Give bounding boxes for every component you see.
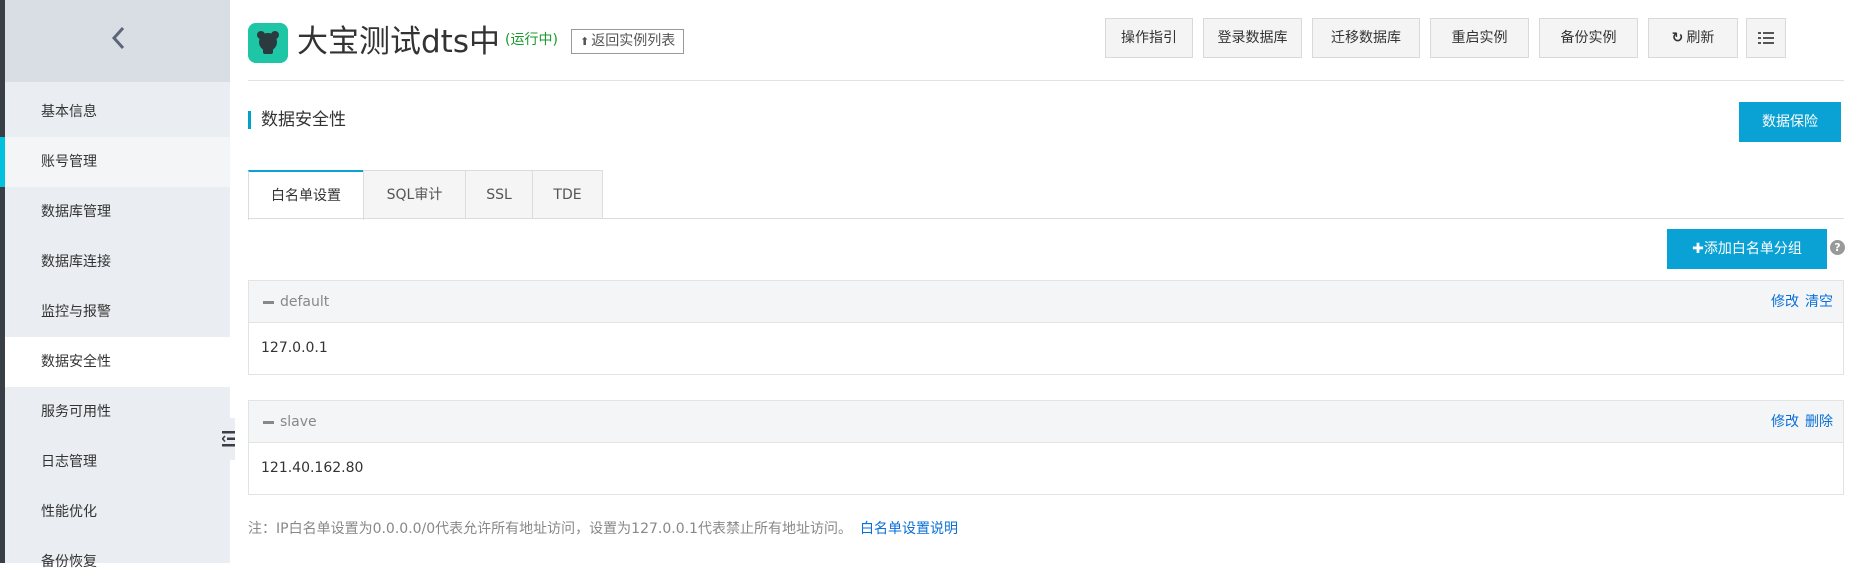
sidebar-item-basic-info[interactable]: 基本信息 bbox=[5, 87, 230, 137]
sidebar-item-account[interactable]: 账号管理 bbox=[0, 137, 230, 187]
instance-logo-icon bbox=[248, 23, 288, 63]
section-marker bbox=[248, 111, 251, 129]
header-divider bbox=[248, 80, 1844, 81]
page-title: 大宝测试dts中 bbox=[297, 24, 500, 60]
sidebar-item-logs[interactable]: 日志管理 bbox=[5, 437, 230, 487]
sidebar-item-connection[interactable]: 数据库连接 bbox=[5, 237, 230, 287]
section-title: 数据安全性 bbox=[261, 110, 346, 130]
list-view-button[interactable] bbox=[1746, 18, 1786, 58]
plus-icon: ✚ bbox=[1692, 241, 1704, 257]
tab-sql-audit[interactable]: SQL审计 bbox=[363, 170, 466, 219]
whitelist-note: 注：IP白名单设置为0.0.0.0/0代表允许所有地址访问，设置为127.0.0… bbox=[248, 519, 958, 539]
back-to-list-button[interactable]: ⬆ 返回实例列表 bbox=[571, 29, 685, 54]
refresh-icon: ↻ bbox=[1671, 30, 1684, 46]
status-badge: (运行中) bbox=[505, 32, 558, 48]
tab-tde[interactable]: TDE bbox=[532, 170, 603, 219]
collapse-icon[interactable] bbox=[263, 301, 274, 304]
whitelist-group-header: slave 修改 删除 bbox=[249, 401, 1843, 443]
chevron-left-icon[interactable] bbox=[108, 24, 130, 52]
whitelist-group-name: default bbox=[280, 294, 330, 310]
migrate-db-button[interactable]: 迁移数据库 bbox=[1312, 18, 1420, 58]
sidebar-header bbox=[5, 0, 230, 82]
sidebar-item-label: 数据库管理 bbox=[41, 204, 111, 220]
whitelist-group-name: slave bbox=[280, 414, 317, 430]
sidebar-item-label: 账号管理 bbox=[41, 154, 97, 170]
whitelist-group-actions: 修改 清空 bbox=[1765, 281, 1833, 323]
whitelist-group: slave 修改 删除 121.40.162.80 bbox=[248, 400, 1844, 495]
list-icon bbox=[1758, 32, 1774, 44]
edit-group-link[interactable]: 修改 bbox=[1771, 414, 1799, 430]
sidebar-toggle[interactable] bbox=[212, 418, 235, 460]
sidebar-item-label: 基本信息 bbox=[41, 104, 97, 120]
whitelist-group: default 修改 清空 127.0.0.1 bbox=[248, 280, 1844, 375]
sidebar-item-label: 数据库连接 bbox=[41, 254, 111, 270]
edit-group-link[interactable]: 修改 bbox=[1771, 294, 1799, 310]
back-to-list-label: 返回实例列表 bbox=[591, 33, 676, 49]
delete-group-link[interactable]: 删除 bbox=[1805, 414, 1833, 430]
sidebar-item-label: 服务可用性 bbox=[41, 404, 111, 420]
refresh-button[interactable]: ↻ 刷新 bbox=[1648, 18, 1738, 58]
sidebar-item-label: 备份恢复 bbox=[41, 554, 97, 570]
collapse-icon[interactable] bbox=[263, 421, 274, 424]
tab-ssl[interactable]: SSL bbox=[465, 170, 533, 219]
main-content: 大宝测试dts中 (运行中) ⬆ 返回实例列表 操作指引 登录数据库 迁移数据库 … bbox=[248, 0, 1845, 563]
help-icon[interactable]: ? bbox=[1830, 240, 1845, 255]
sidebar-item-backup[interactable]: 备份恢复 bbox=[5, 537, 230, 587]
add-whitelist-group-button[interactable]: ✚添加白名单分组 bbox=[1667, 229, 1827, 269]
sidebar-item-label: 日志管理 bbox=[41, 454, 97, 470]
backup-button[interactable]: 备份实例 bbox=[1539, 18, 1638, 58]
clear-group-link[interactable]: 清空 bbox=[1805, 294, 1833, 310]
whitelist-group-header: default 修改 清空 bbox=[249, 281, 1843, 323]
whitelist-group-ips: 121.40.162.80 bbox=[261, 460, 364, 476]
add-whitelist-group-label: 添加白名单分组 bbox=[1703, 241, 1802, 257]
sidebar-item-performance[interactable]: 性能优化 bbox=[5, 487, 230, 537]
restart-button[interactable]: 重启实例 bbox=[1430, 18, 1529, 58]
sidebar-item-availability[interactable]: 服务可用性 bbox=[5, 387, 230, 437]
whitelist-note-text: 注：IP白名单设置为0.0.0.0/0代表允许所有地址访问，设置为127.0.0… bbox=[248, 521, 852, 537]
sidebar-item-label: 性能优化 bbox=[41, 504, 97, 520]
guide-button[interactable]: 操作指引 bbox=[1105, 18, 1193, 58]
sidebar-item-monitoring[interactable]: 监控与报警 bbox=[5, 287, 230, 337]
sidebar-item-database[interactable]: 数据库管理 bbox=[5, 187, 230, 237]
menu-fold-icon bbox=[222, 431, 235, 447]
whitelist-group-ips: 127.0.0.1 bbox=[261, 340, 328, 356]
tabs-divider bbox=[248, 218, 1844, 219]
sidebar-item-security[interactable]: 数据安全性 bbox=[5, 337, 230, 387]
sidebar-item-label: 数据安全性 bbox=[41, 354, 111, 370]
whitelist-group-actions: 修改 删除 bbox=[1765, 401, 1833, 443]
tab-whitelist[interactable]: 白名单设置 bbox=[248, 170, 364, 220]
whitelist-help-link[interactable]: 白名单设置说明 bbox=[860, 521, 958, 537]
refresh-label: 刷新 bbox=[1686, 30, 1715, 46]
sidebar-item-label: 监控与报警 bbox=[41, 304, 111, 320]
data-insurance-button[interactable]: 数据保险 bbox=[1739, 102, 1841, 142]
sidebar: 基本信息 账号管理 数据库管理 数据库连接 监控与报警 数据安全性 服务可用性 … bbox=[0, 0, 235, 570]
arrow-up-icon: ⬆ bbox=[580, 35, 590, 48]
login-db-button[interactable]: 登录数据库 bbox=[1203, 18, 1302, 58]
